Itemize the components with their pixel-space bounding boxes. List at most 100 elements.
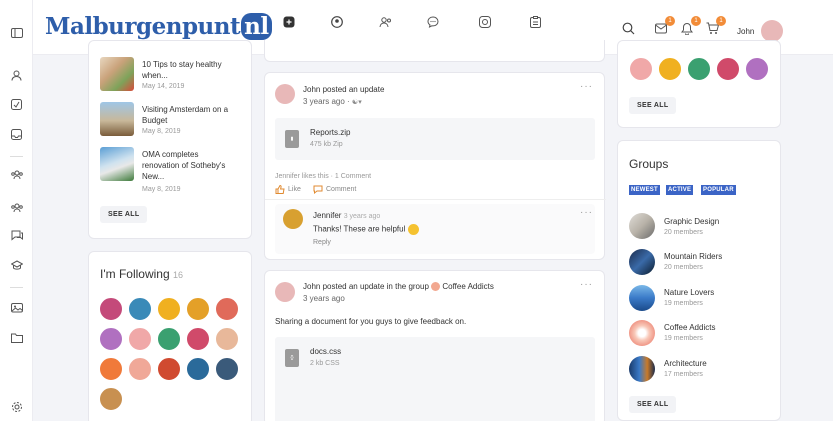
settings-icon[interactable] — [9, 399, 24, 414]
forums-icon[interactable] — [9, 228, 24, 243]
user-name[interactable]: John — [737, 27, 754, 36]
members-see-all-button[interactable]: SEE ALL — [629, 97, 677, 114]
file-attachment[interactable]: ▮ Reports.zip 475 kb Zip — [275, 118, 595, 160]
following-avatar[interactable] — [128, 357, 152, 381]
news-title[interactable]: Visiting Amsterdam on a Budget — [142, 104, 242, 126]
following-avatar[interactable] — [157, 357, 181, 381]
news-see-all-button[interactable]: SEE ALL — [100, 206, 148, 223]
users-icon — [379, 17, 391, 28]
member-avatar[interactable] — [687, 57, 711, 81]
members-widget: SEE ALL — [617, 40, 781, 128]
group-name[interactable]: Architecture — [664, 359, 707, 368]
group-name[interactable]: Graphic Design — [664, 217, 719, 226]
like-button[interactable]: Like — [275, 185, 301, 194]
following-avatar[interactable] — [128, 297, 152, 321]
group-avatar[interactable] — [629, 285, 655, 311]
notifications-icon[interactable]: 1 — [681, 16, 701, 36]
post-options-icon[interactable]: ··· — [580, 81, 593, 92]
following-avatar[interactable] — [215, 357, 239, 381]
group-avatar[interactable] — [629, 320, 655, 346]
site-logo[interactable]: Malburgenpunt nl — [45, 13, 272, 40]
following-avatar[interactable] — [157, 297, 181, 321]
group-avatar[interactable] — [629, 213, 655, 239]
comment-button[interactable]: Comment — [313, 185, 356, 194]
reply-link[interactable]: Reply — [313, 239, 331, 246]
member-avatar[interactable] — [745, 57, 769, 81]
following-avatar[interactable] — [99, 297, 123, 321]
photos-icon[interactable] — [9, 300, 24, 315]
groups-title: Groups — [629, 157, 669, 171]
privacy-icon[interactable]: ☯▾ — [352, 99, 362, 106]
post-author-link[interactable]: John — [303, 85, 320, 94]
following-avatar[interactable] — [99, 357, 123, 381]
comment-options-icon[interactable]: ··· — [580, 207, 593, 218]
activity-icon[interactable] — [9, 97, 24, 112]
member-avatar[interactable] — [658, 57, 682, 81]
following-avatar[interactable] — [186, 357, 210, 381]
inbox-icon[interactable] — [9, 127, 24, 142]
post-options-icon[interactable]: ··· — [580, 279, 593, 290]
zip-file-icon: ▮ — [285, 130, 299, 148]
following-avatar[interactable] — [215, 327, 239, 351]
member-avatar[interactable] — [716, 57, 740, 81]
groups-see-all-button[interactable]: SEE ALL — [629, 396, 677, 413]
file-meta: 2 kb CSS — [310, 360, 340, 367]
profile-icon[interactable] — [9, 68, 24, 83]
comment-author-link[interactable]: Jennifer — [313, 211, 341, 220]
tab-popular[interactable]: POPULAR — [701, 185, 736, 195]
post-author-link[interactable]: John — [303, 282, 320, 291]
member-avatar[interactable] — [629, 57, 653, 81]
group-avatar[interactable] — [629, 249, 655, 275]
file-name: Reports.zip — [310, 128, 351, 137]
group-name[interactable]: Mountain Riders — [664, 252, 722, 261]
post-body: Sharing a document for you guys to give … — [275, 317, 467, 326]
group-avatar[interactable] — [629, 356, 655, 382]
news-thumbnail[interactable] — [100, 102, 134, 136]
tab-active[interactable]: ACTIVE — [666, 185, 694, 195]
group-members-count: 19 members — [664, 300, 703, 307]
rail-divider-2 — [10, 287, 23, 288]
following-avatar[interactable] — [186, 327, 210, 351]
group-mini-avatar — [431, 282, 441, 292]
notifications-badge: 1 — [691, 16, 701, 26]
thumbs-up-icon — [275, 185, 285, 194]
group-name[interactable]: Nature Lovers — [664, 288, 714, 297]
following-avatar[interactable] — [128, 327, 152, 351]
groups-icon[interactable] — [9, 167, 24, 182]
group-members-count: 19 members — [664, 335, 703, 342]
news-thumbnail[interactable] — [100, 147, 134, 181]
activity-post: John posted an update 3 years ago · ☯▾ ·… — [264, 72, 606, 260]
following-avatar[interactable] — [157, 327, 181, 351]
user-avatar[interactable] — [761, 20, 783, 42]
comment-text: Thanks! These are helpful — [313, 224, 419, 235]
file-name: docs.css — [310, 347, 342, 356]
following-avatar[interactable] — [99, 387, 123, 411]
news-title[interactable]: 10 Tips to stay healthy when... — [142, 59, 242, 81]
file-attachment[interactable]: {} docs.css 2 kb CSS — [275, 337, 595, 421]
following-avatar[interactable] — [215, 297, 239, 321]
group-link[interactable]: Coffee Addicts — [442, 282, 493, 291]
documents-icon[interactable] — [9, 330, 24, 345]
likes-summary[interactable]: Jennifer likes this · 1 Comment — [275, 173, 371, 180]
post-author-avatar[interactable] — [275, 282, 295, 302]
tab-newest[interactable]: NEWEST — [629, 185, 660, 195]
comment-author-avatar[interactable] — [283, 209, 303, 229]
cart-icon[interactable]: 1 — [706, 16, 726, 36]
file-meta: 475 kb Zip — [310, 141, 343, 148]
news-date: May 8, 2019 — [142, 128, 181, 135]
following-avatar[interactable] — [186, 297, 210, 321]
post-time: 3 years ago — [303, 294, 345, 303]
rail-divider — [10, 156, 23, 157]
courses-icon[interactable] — [9, 258, 24, 273]
news-title[interactable]: OMA completes renovation of Sotheby's New.… — [142, 149, 242, 182]
news-thumbnail[interactable] — [100, 57, 134, 91]
sidebar-toggle-icon[interactable] — [9, 25, 24, 40]
post-author-avatar[interactable] — [275, 84, 295, 104]
group-name[interactable]: Coffee Addicts — [664, 323, 715, 332]
following-avatar[interactable] — [99, 327, 123, 351]
comment-header: Jennifer 3 years ago — [313, 211, 381, 220]
messages-icon[interactable]: 1 — [655, 16, 675, 36]
search-icon[interactable] — [622, 22, 636, 36]
logo-text: Malburgenpunt — [45, 13, 241, 40]
members-icon[interactable] — [9, 200, 24, 215]
